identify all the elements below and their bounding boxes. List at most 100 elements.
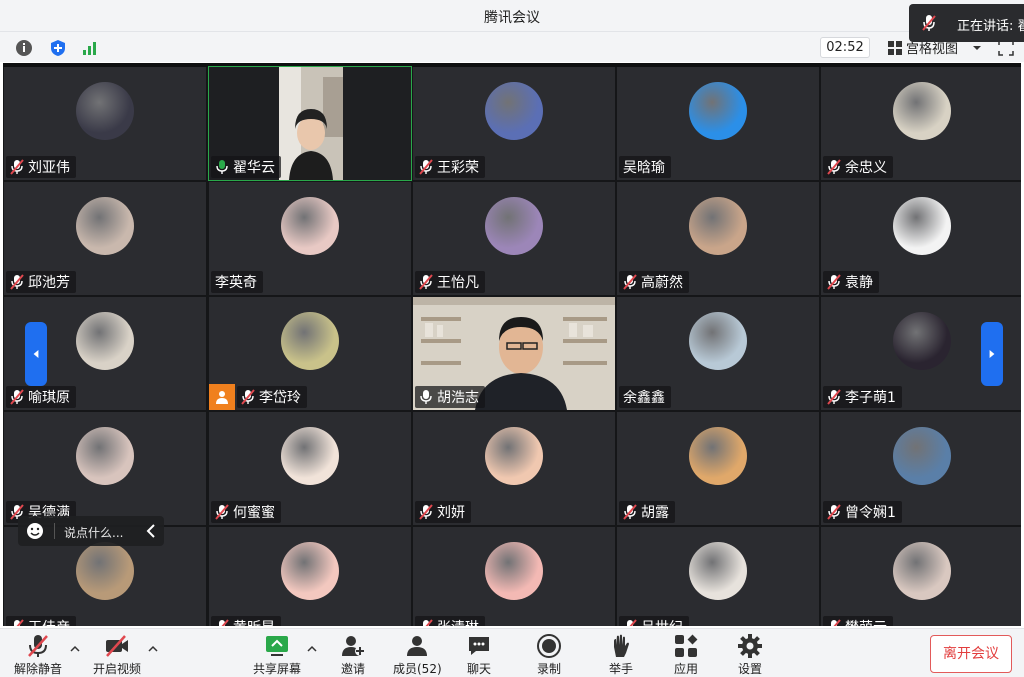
participant-tile[interactable]: 李岱玲 — [209, 297, 411, 410]
participant-tile[interactable]: 吴晗瑜 — [617, 67, 819, 180]
participant-tile[interactable]: 樊萌云 — [821, 527, 1021, 626]
meeting-timer: 02:52 — [820, 37, 870, 58]
settings-label: 设置 — [737, 662, 762, 676]
participant-tile[interactable]: 胡浩志 — [413, 297, 615, 410]
invite-button[interactable]: 邀请 — [340, 633, 366, 677]
avatar — [893, 312, 951, 370]
muted-mic-icon — [10, 274, 24, 290]
participant-tile[interactable]: 曾令娴1 — [821, 412, 1021, 525]
participant-tile[interactable]: 吕世纪 — [617, 527, 819, 626]
participant-tile[interactable]: 余忠义 — [821, 67, 1021, 180]
participant-tile[interactable]: 黄昕昱 — [209, 527, 411, 626]
participant-nametag: 李英奇 — [211, 271, 263, 293]
participant-tile[interactable]: 李英奇 — [209, 182, 411, 295]
apps-button[interactable]: 应用 — [673, 633, 699, 677]
participant-name: 高蔚然 — [641, 275, 683, 291]
muted-mic-icon — [827, 159, 841, 175]
host-badge-icon — [209, 384, 235, 410]
participant-tile[interactable]: 何蜜蜜 — [209, 412, 411, 525]
members-icon — [407, 636, 428, 656]
collapse-chevron-icon[interactable] — [146, 523, 156, 542]
emoji-icon[interactable] — [26, 522, 44, 543]
unmute-button[interactable]: 解除静音 — [14, 633, 62, 677]
participant-nametag: 吕世纪 — [619, 616, 689, 626]
participant-tile[interactable]: 高蔚然 — [617, 182, 819, 295]
apps-label: 应用 — [673, 662, 698, 676]
raise-hand-button[interactable]: 举手 — [608, 633, 634, 677]
avatar — [485, 542, 543, 600]
active-mic-icon — [215, 159, 229, 175]
muted-mic-icon — [215, 619, 229, 626]
chevron-up-icon[interactable] — [147, 643, 159, 655]
mic-icon — [419, 389, 433, 405]
participant-nametag: 余忠义 — [823, 156, 893, 178]
participant-tile[interactable]: 王彩荣 — [413, 67, 615, 180]
chat-placeholder[interactable]: 说点什么... — [64, 524, 123, 541]
chevron-up-icon[interactable] — [69, 643, 81, 655]
participant-name: 李英奇 — [215, 275, 257, 291]
participant-nametag: 李岱玲 — [237, 386, 307, 408]
participant-tile[interactable]: 袁静 — [821, 182, 1021, 295]
previous-page-arrow[interactable] — [25, 322, 47, 386]
participant-tile[interactable]: 邱池芳 — [4, 182, 206, 295]
muted-mic-icon — [419, 504, 433, 520]
participant-nametag: 袁静 — [823, 271, 879, 293]
participant-nametag: 余鑫鑫 — [619, 386, 671, 408]
chat-button[interactable]: 聊天 — [466, 633, 492, 677]
participant-name: 李子萌1 — [845, 390, 896, 406]
participant-tile[interactable]: 王怡凡 — [413, 182, 615, 295]
network-signal-icon[interactable] — [80, 38, 100, 58]
participant-nametag: 张清琳 — [415, 616, 485, 626]
unmute-label: 解除静音 — [14, 662, 63, 676]
participant-tile[interactable]: 张清琳 — [413, 527, 615, 626]
participant-name: 翟华云 — [233, 160, 275, 176]
participant-name: 樊萌云 — [845, 617, 887, 626]
participant-name: 喻琪原 — [28, 390, 70, 406]
leave-meeting-button[interactable]: 离开会议 — [930, 635, 1012, 673]
participant-name: 余忠义 — [845, 160, 887, 176]
participant-nametag: 王佳彦 — [6, 616, 76, 626]
participant-tile[interactable]: 刘亚伟 — [4, 67, 206, 180]
avatar — [76, 312, 134, 370]
start-video-button[interactable]: 开启视频 — [93, 633, 141, 677]
record-button[interactable]: 录制 — [536, 633, 562, 677]
chat-icon — [469, 637, 489, 655]
security-shield-icon[interactable] — [48, 38, 68, 58]
participant-name: 袁静 — [845, 275, 873, 291]
muted-mic-icon — [827, 619, 841, 626]
speaking-label: 正在讲话: 翟 — [957, 19, 1024, 34]
fullscreen-icon[interactable] — [998, 40, 1014, 56]
chat-quick-input[interactable]: 说点什么... — [18, 516, 164, 546]
participant-tile[interactable]: 吴德满 — [4, 412, 206, 525]
muted-mic-icon — [419, 274, 433, 290]
grid-view-icon — [888, 40, 902, 55]
participant-nametag: 黄昕昱 — [211, 616, 281, 626]
next-page-arrow[interactable] — [981, 322, 1003, 386]
bottom-control-bar: 解除静音 开启视频 共享屏幕 邀请 成员(52) 聊天 录制 举手 应用 设置 … — [0, 628, 1024, 677]
participant-name: 余鑫鑫 — [623, 390, 665, 406]
participant-tile[interactable]: 余鑫鑫 — [617, 297, 819, 410]
settings-button[interactable]: 设置 — [737, 633, 763, 677]
participant-name: 胡浩志 — [437, 390, 479, 406]
raise-hand-label: 举手 — [608, 662, 633, 676]
share-screen-button[interactable]: 共享屏幕 — [253, 633, 301, 677]
avatar — [281, 312, 339, 370]
muted-mic-icon — [827, 504, 841, 520]
chevron-up-icon[interactable] — [306, 643, 318, 655]
avatar — [893, 82, 951, 140]
participant-nametag: 何蜜蜜 — [211, 501, 281, 523]
record-icon — [537, 634, 561, 658]
avatar — [689, 82, 747, 140]
avatar — [485, 82, 543, 140]
participant-tile[interactable]: 翟华云 — [208, 66, 412, 181]
participant-tile[interactable]: 刘妍 — [413, 412, 615, 525]
participant-nametag: 胡浩志 — [415, 386, 485, 408]
participant-name: 王怡凡 — [437, 275, 479, 291]
members-button[interactable]: 成员(52) — [393, 633, 442, 677]
share-screen-label: 共享屏幕 — [253, 662, 302, 676]
chat-label: 聊天 — [466, 662, 491, 676]
info-icon[interactable] — [14, 38, 34, 58]
muted-mic-icon — [419, 159, 433, 175]
avatar — [485, 427, 543, 485]
participant-tile[interactable]: 胡露 — [617, 412, 819, 525]
